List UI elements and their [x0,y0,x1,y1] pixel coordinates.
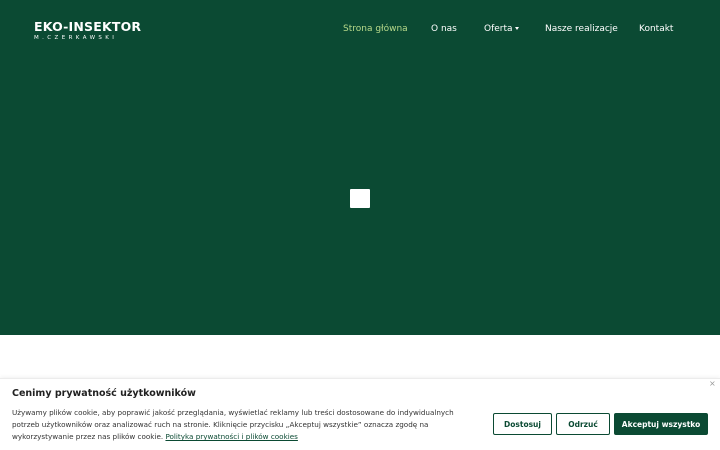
loading-square-icon [350,189,370,208]
accept-all-button[interactable]: Akceptuj wszystko [614,413,708,435]
hero-section: EKO-INSEKTOR M.CZERKAWSKI Strona główna … [0,0,720,335]
nav-item-projects[interactable]: Nasze realizacje [545,24,618,34]
close-icon[interactable]: × [709,379,716,389]
caret-down-icon [514,27,519,30]
nav-item-contact[interactable]: Kontakt [639,24,673,34]
customize-button[interactable]: Dostosuj [493,413,552,435]
nav-item-offer[interactable]: Oferta [484,24,519,34]
cookie-banner: × Cenimy prywatność użytkowników Używamy… [0,378,720,450]
nav-item-about[interactable]: O nas [431,24,457,34]
logo-title: EKO-INSEKTOR [34,19,142,34]
logo-subtitle: M.CZERKAWSKI [34,35,118,41]
cookie-banner-text: Używamy plików cookie, aby poprawić jako… [12,407,482,443]
cookie-banner-title: Cenimy prywatność użytkowników [12,388,196,399]
nav-item-offer-label: Oferta [484,24,513,34]
nav-item-home[interactable]: Strona główna [343,24,408,34]
site-logo[interactable]: EKO-INSEKTOR M.CZERKAWSKI [34,20,141,42]
privacy-policy-link[interactable]: Polityka prywatności i plików cookies [165,432,297,441]
reject-button[interactable]: Odrzuć [556,413,610,435]
